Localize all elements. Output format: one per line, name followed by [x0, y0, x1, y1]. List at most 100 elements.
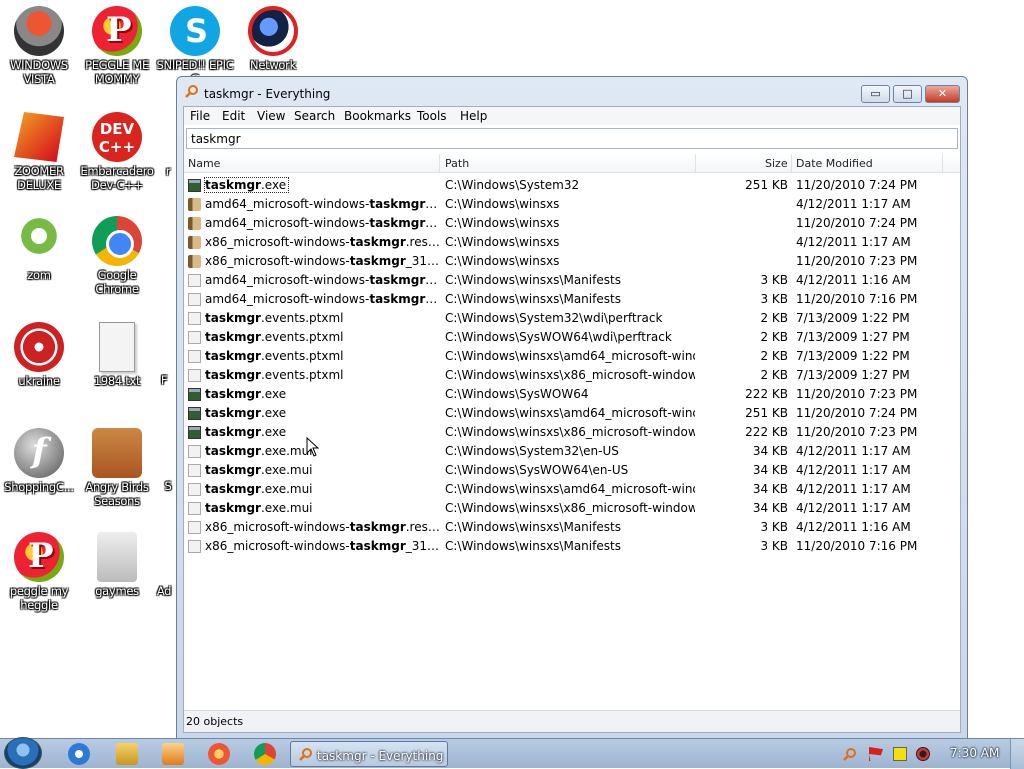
desktop-icon-label: WINDOWS VISTA — [10, 58, 68, 86]
volume-icon[interactable] — [916, 747, 930, 761]
maximize-button[interactable]: □ — [893, 85, 922, 103]
action-center-flag-icon[interactable] — [869, 747, 883, 761]
desktop-icon-zoomer-deluxe[interactable]: ZOOMER DELUXE — [0, 108, 78, 192]
mouse-cursor-icon — [306, 437, 320, 457]
taskbar-button-everything[interactable]: taskmgr - Everything — [290, 741, 448, 767]
minimize-button[interactable]: ▭ — [861, 85, 890, 103]
desktop-icon-peggle-me-mommy[interactable]: PEGGLE ME MOMMY — [78, 2, 156, 86]
table-row[interactable]: taskmgr.events.ptxml C:\Windows\SysWOW64\… — [184, 328, 954, 347]
search-input[interactable] — [186, 128, 958, 149]
status-bar: 20 objects — [184, 710, 960, 732]
table-row[interactable]: taskmgr.events.ptxml C:\Windows\System32\… — [184, 309, 954, 328]
exe-file-icon — [188, 407, 201, 420]
notification-icon[interactable] — [893, 747, 907, 761]
table-row[interactable]: amd64_microsoft-windows-taskmgr_31bf... C… — [184, 290, 954, 309]
table-row[interactable]: amd64_microsoft-windows-taskmgr.reso... C… — [184, 195, 954, 214]
table-row[interactable]: amd64_microsoft-windows-taskmgr_31bf... C… — [184, 214, 954, 233]
network-icon — [248, 6, 298, 56]
table-row[interactable]: taskmgr.events.ptxml C:\Windows\winsxs\x8… — [184, 366, 954, 385]
table-row[interactable]: taskmgr.exe C:\Windows\winsxs\x86_microso… — [184, 423, 954, 442]
desktop-icon-partial[interactable]: S — [160, 479, 176, 493]
desktop-icon-label: Google Chrome — [95, 268, 139, 296]
desktop-icon-label: S — [164, 479, 172, 493]
menu-search[interactable]: Search — [294, 109, 335, 123]
document-icon — [188, 445, 201, 458]
desktop-icon-label: ShoppingC... — [4, 480, 74, 494]
cell-date-modified: 4/12/2011 1:17 AM — [796, 235, 911, 249]
column-divider[interactable] — [695, 154, 696, 172]
desktop-icon-label: r — [165, 164, 171, 178]
cell-path: C:\Windows\winsxs\x86_microsoft-windows-… — [445, 368, 695, 382]
desktop-icon-label: ZOOMER DELUXE — [14, 164, 64, 192]
clock[interactable]: 7:30 AM — [950, 746, 999, 760]
menu-file[interactable]: File — [190, 109, 210, 123]
cell-name: amd64_microsoft-windows-taskmgr.reso... — [205, 197, 441, 211]
cell-name: x86_microsoft-windows-taskmgr_31bf385... — [205, 539, 441, 553]
close-button[interactable]: ✕ — [925, 85, 960, 103]
menu-help[interactable]: Help — [460, 109, 487, 123]
cell-name: taskmgr.exe — [203, 177, 290, 193]
menu-view[interactable]: View — [257, 109, 285, 123]
menu-edit[interactable]: Edit — [222, 109, 245, 123]
cell-name: taskmgr.exe.mui — [205, 482, 313, 496]
table-row[interactable]: taskmgr.events.ptxml C:\Windows\winsxs\am… — [184, 347, 954, 366]
table-row[interactable]: taskmgr.exe C:\Windows\System32 251 KB 11/2… — [184, 176, 954, 195]
desktop-icon-ukraine[interactable]: ukraine — [0, 318, 78, 388]
cell-date-modified: 4/12/2011 1:16 AM — [796, 273, 911, 287]
column-header-path[interactable]: Path — [445, 157, 469, 170]
media-player-icon[interactable] — [162, 743, 184, 765]
menu-bar: File Edit View Search Bookmarks Tools He… — [184, 107, 960, 125]
table-row[interactable]: taskmgr.exe.mui C:\Windows\winsxs\x86_mic… — [184, 499, 954, 518]
desktop-icon-google-chrome[interactable]: Google Chrome — [78, 212, 156, 296]
desktop-icon-zom[interactable]: zom — [0, 212, 78, 282]
desktop-icon-sniped[interactable]: SNIPED!! EPIC G — [156, 2, 234, 86]
table-row[interactable]: taskmgr.exe.mui C:\Windows\System32\en-US… — [184, 442, 954, 461]
desktop-icon-network[interactable]: Network — [234, 2, 312, 72]
desktop-icon-angry-birds[interactable]: Angry Birds Seasons — [78, 424, 156, 508]
desktop-icon-shopping[interactable]: ShoppingC... — [0, 424, 78, 494]
title-bar[interactable]: taskmgr - Everything ▭ □ ✕ — [177, 77, 967, 103]
desktop-icon-windows-vista[interactable]: WINDOWS VISTA — [0, 2, 78, 86]
cell-date-modified: 11/20/2010 7:24 PM — [796, 178, 918, 192]
table-row[interactable]: x86_microsoft-windows-taskmgr_31bf385...… — [184, 537, 954, 556]
column-header-size[interactable]: Size — [765, 157, 788, 170]
column-divider[interactable] — [439, 154, 440, 172]
cell-path: C:\Windows\SysWOW64\en-US — [445, 463, 629, 477]
desktop-icon-peggle-my-heggle[interactable]: peggle my heggle — [0, 528, 78, 612]
menu-tools[interactable]: Tools — [417, 109, 447, 123]
app-icon[interactable] — [208, 743, 230, 765]
table-row[interactable]: taskmgr.exe C:\Windows\winsxs\amd64_micro… — [184, 404, 954, 423]
desktop-icon-1984-txt[interactable]: 1984.txt — [78, 318, 156, 388]
magnifier-icon — [185, 85, 198, 98]
desktop-icon-partial[interactable]: Ad — [150, 584, 178, 598]
table-row[interactable]: x86_microsoft-windows-taskmgr_31bf385...… — [184, 252, 954, 271]
cell-name: amd64_microsoft-windows-taskmgr_31bf... — [205, 292, 441, 306]
windows-explorer-icon[interactable] — [116, 743, 138, 765]
desktop-icon-gaymes[interactable]: gaymes — [78, 528, 156, 598]
cell-size: 3 KB — [760, 273, 788, 287]
start-button[interactable] — [4, 737, 42, 769]
desktop-icon-partial[interactable]: F — [150, 373, 178, 387]
text-file-icon — [99, 322, 135, 372]
column-divider[interactable] — [942, 154, 943, 172]
table-row[interactable]: x86_microsoft-windows-taskmgr.resourc...… — [184, 518, 954, 537]
table-row[interactable]: amd64_microsoft-windows-taskmgr.reso... C… — [184, 271, 954, 290]
column-header-name[interactable]: Name — [188, 157, 220, 170]
column-divider[interactable] — [791, 154, 792, 172]
table-row[interactable]: x86_microsoft-windows-taskmgr.resourc...… — [184, 233, 954, 252]
cell-path: C:\Windows\winsxs\Manifests — [445, 292, 621, 306]
menu-bookmarks[interactable]: Bookmarks — [344, 109, 411, 123]
table-row[interactable]: taskmgr.exe.mui C:\Windows\SysWOW64\en-US… — [184, 461, 954, 480]
table-row[interactable]: taskmgr.exe C:\Windows\SysWOW64 222 KB 11/2… — [184, 385, 954, 404]
table-row[interactable]: taskmgr.exe.mui C:\Windows\winsxs\amd64_m… — [184, 480, 954, 499]
show-desktop-button[interactable] — [1010, 739, 1024, 769]
desktop-icon-partial[interactable]: r — [160, 164, 176, 178]
chrome-icon[interactable] — [254, 743, 276, 765]
everything-search-icon[interactable] — [843, 747, 857, 761]
column-header-date-modified[interactable]: Date Modified — [796, 157, 873, 170]
cell-date-modified: 4/12/2011 1:17 AM — [796, 444, 911, 458]
cell-size: 34 KB — [752, 482, 788, 496]
desktop-icon-devcpp[interactable]: DEV C++ Embarcadero Dev-C++ — [78, 108, 156, 192]
cell-path: C:\Windows\System32\en-US — [445, 444, 619, 458]
internet-explorer-icon[interactable] — [68, 743, 90, 765]
